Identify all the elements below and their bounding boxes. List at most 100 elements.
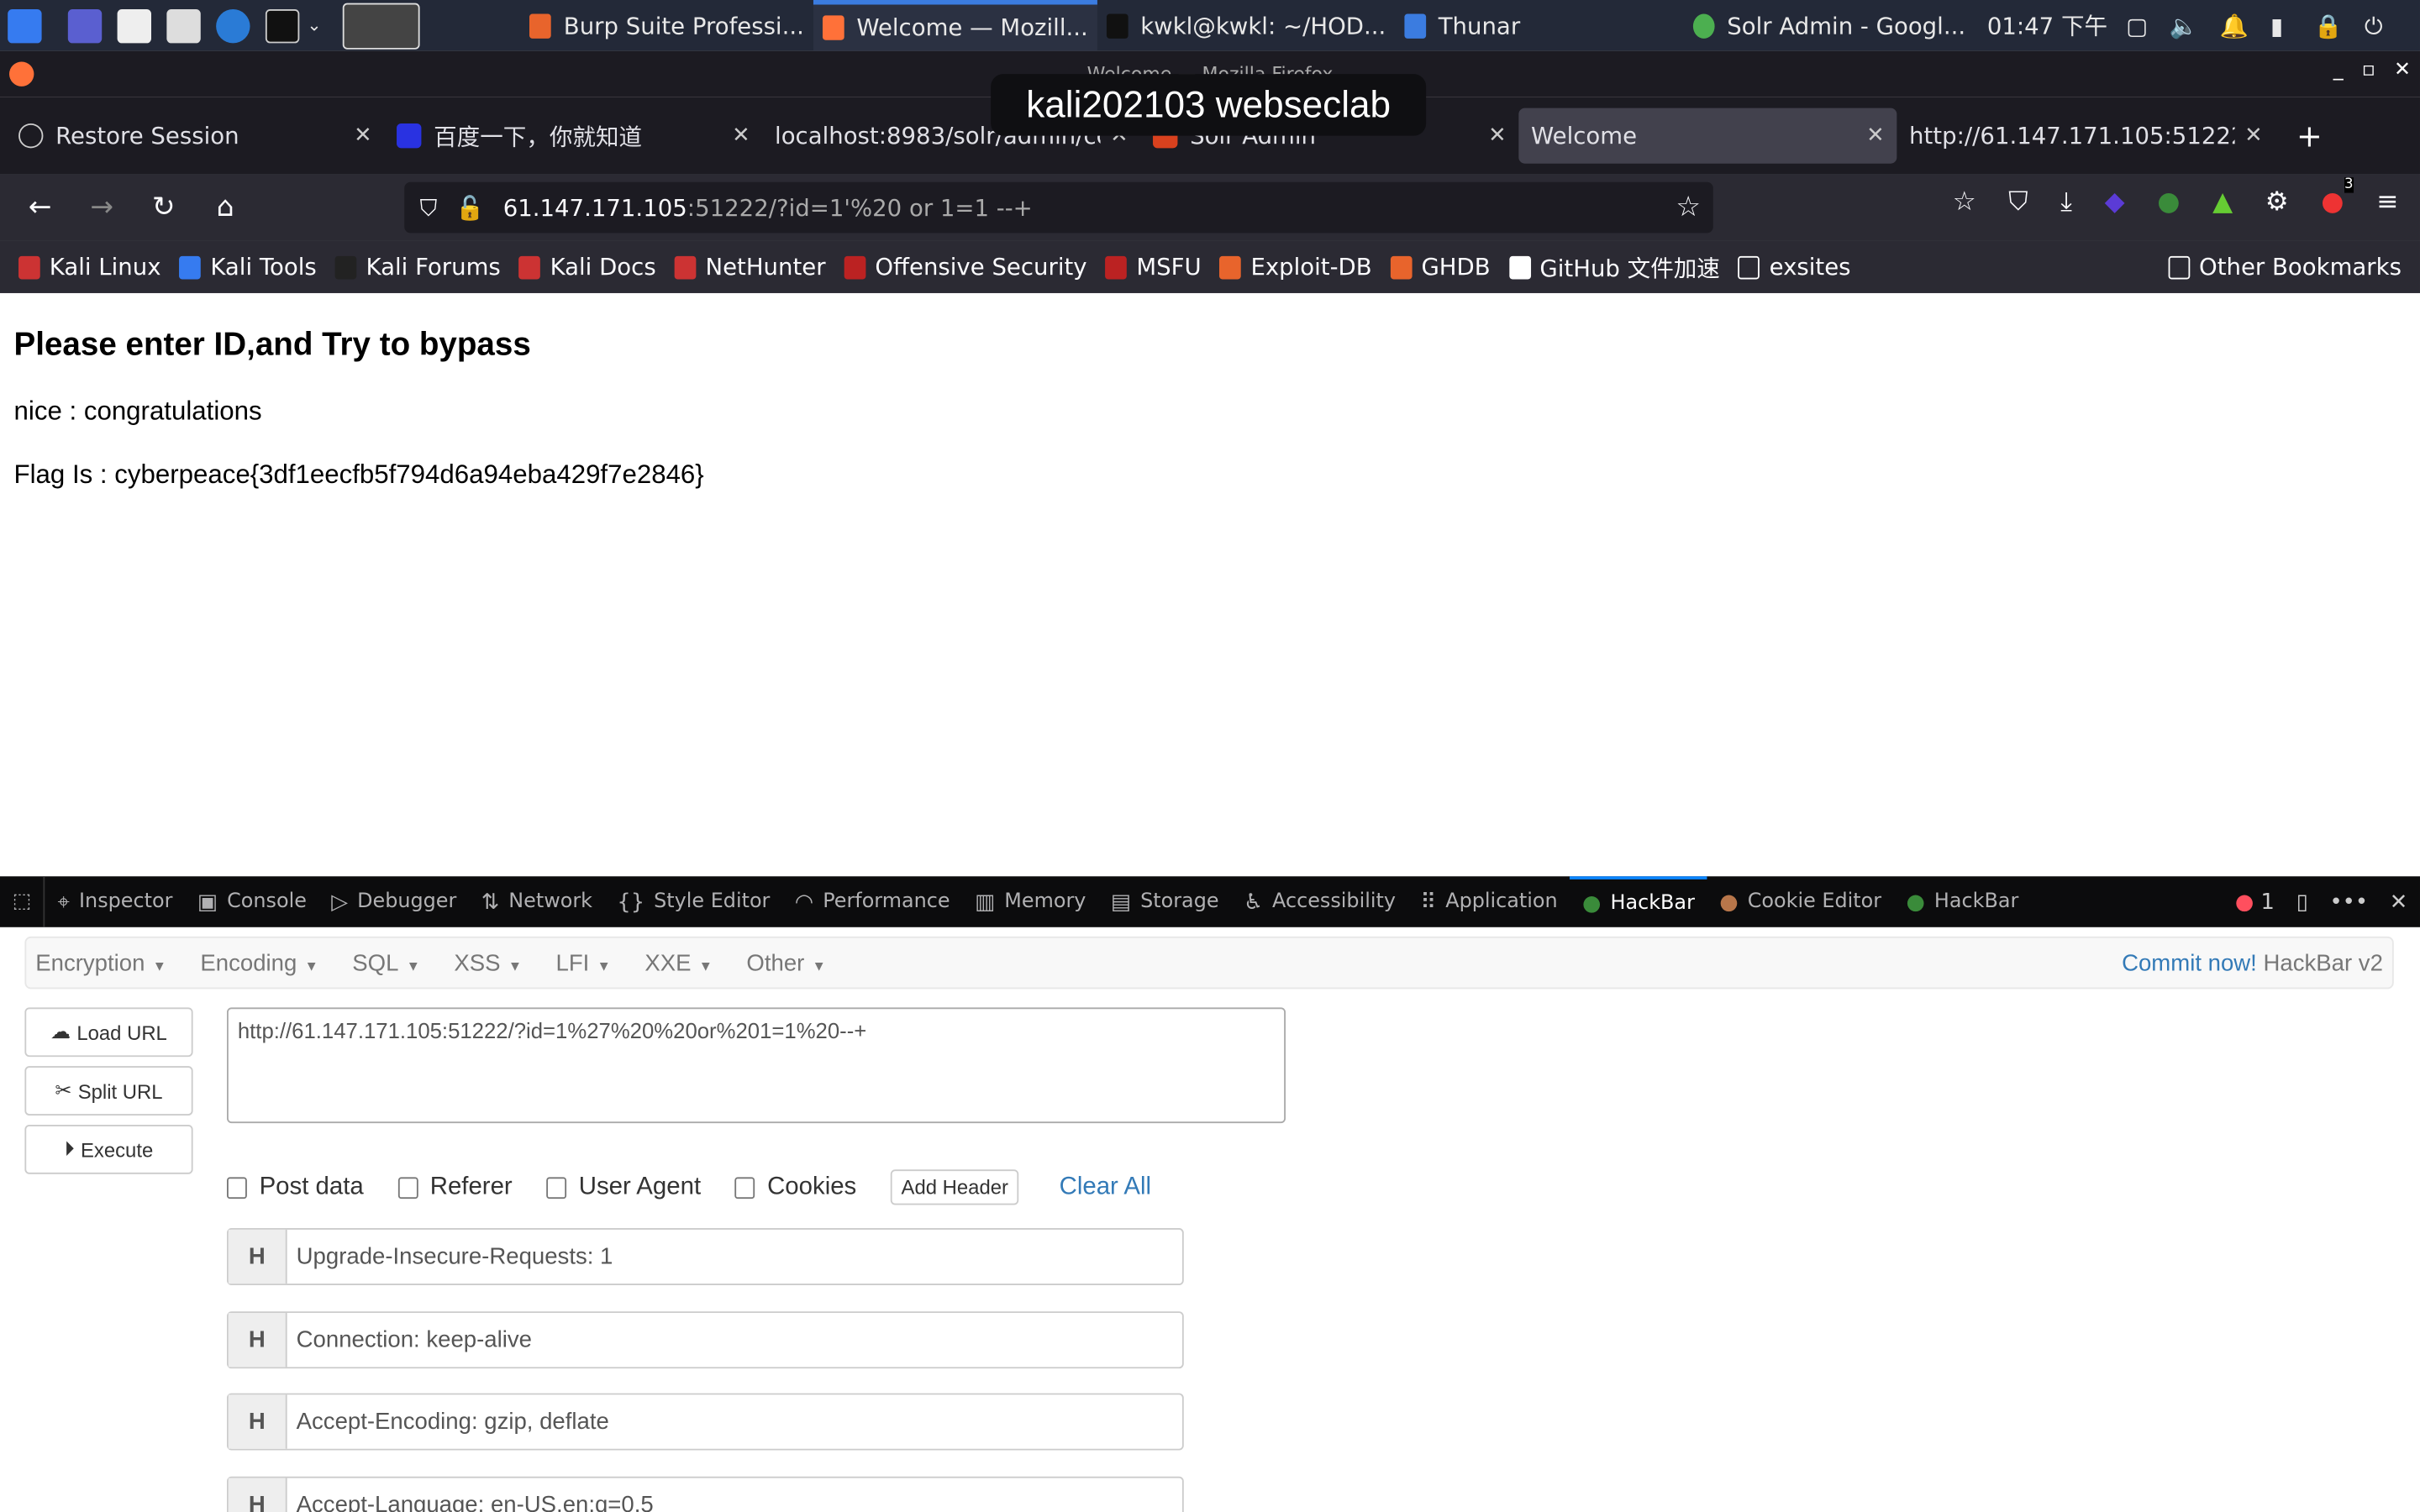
split-url-button[interactable]: ✂ Split URL: [24, 1066, 193, 1116]
url-textarea[interactable]: http://61.147.171.105:51222/?id=1%27%20%…: [226, 1007, 1286, 1124]
task-item[interactable]: kwkl@kwkl: ~/HOD...: [1097, 0, 1396, 51]
bookmark-item[interactable]: Kali Tools: [179, 253, 317, 281]
extension-hackbar-icon[interactable]: ●: [2157, 186, 2180, 218]
forward-icon[interactable]: →: [71, 192, 132, 224]
close-tab-icon[interactable]: ✕: [732, 123, 750, 148]
hackbar-menu-other[interactable]: Other ▼: [746, 950, 825, 976]
execute-button[interactable]: ⏵ Execute: [24, 1124, 193, 1174]
insecure-lock-icon[interactable]: 🔓: [455, 194, 484, 222]
devtools-tab[interactable]: ◠ Performance: [782, 876, 962, 927]
devtools-tab[interactable]: ● Cookie Editor: [1707, 876, 1894, 927]
header-input[interactable]: Connection: keep-alive: [287, 1312, 532, 1366]
extension-wappalyzer-icon[interactable]: ◆: [2105, 186, 2125, 218]
devtools-tab[interactable]: ⇅ Network: [469, 876, 605, 927]
power-icon[interactable]: ⏻: [2365, 12, 2383, 39]
option-referer[interactable]: Referer: [397, 1173, 513, 1201]
other-bookmarks[interactable]: Other Bookmarks: [2168, 253, 2402, 281]
downloads-icon[interactable]: ⤓: [2060, 186, 2072, 218]
pocket-save-icon[interactable]: ☆: [1953, 186, 1976, 218]
task-item[interactable]: Burp Suite Professi...: [520, 0, 813, 51]
pocket-icon[interactable]: ⛉: [2008, 186, 2028, 218]
file-manager-icon[interactable]: [117, 8, 151, 43]
devtools-tab[interactable]: ▥ Memory: [962, 876, 1098, 927]
task-item[interactable]: Welcome — Mozill...: [813, 0, 1097, 51]
checkbox[interactable]: [734, 1176, 755, 1199]
checkbox[interactable]: [226, 1176, 247, 1199]
browser-icon[interactable]: [216, 8, 250, 43]
bookmark-item[interactable]: exsites: [1738, 253, 1851, 281]
hackbar-menu-xxe[interactable]: XXE ▼: [644, 950, 713, 976]
task-chrome[interactable]: Solr Admin - Googl...: [1684, 0, 1975, 51]
header-input[interactable]: Accept-Language: en-US,en;q=0.5: [287, 1478, 654, 1512]
reload-icon[interactable]: ↻: [133, 192, 194, 224]
close-window-icon[interactable]: ✕: [2394, 59, 2411, 82]
extension-foxyproxy-icon[interactable]: ▲: [2212, 186, 2233, 218]
devtools-tab[interactable]: ♿ Accessibility: [1231, 876, 1407, 927]
task-item[interactable]: Thunar: [1395, 0, 1529, 51]
header-toggle[interactable]: H: [228, 1394, 287, 1449]
terminal-icon[interactable]: [265, 8, 300, 43]
bookmark-item[interactable]: GitHub 文件加速: [1508, 250, 1720, 283]
header-input[interactable]: Upgrade-Insecure-Requests: 1: [287, 1230, 613, 1284]
hackbar-menu-lfi[interactable]: LFI ▼: [556, 950, 611, 976]
header-toggle[interactable]: H: [228, 1312, 287, 1367]
element-picker-icon[interactable]: ⬚: [0, 876, 45, 927]
header-toggle[interactable]: H: [228, 1477, 287, 1512]
responsive-design-icon[interactable]: ▯: [2296, 890, 2308, 914]
clear-all-link[interactable]: Clear All: [1060, 1173, 1151, 1201]
bookmark-item[interactable]: Kali Docs: [518, 253, 656, 281]
hackbar-menu-encoding[interactable]: Encoding ▼: [200, 950, 318, 976]
load-url-button[interactable]: ☁ Load URL: [24, 1007, 193, 1058]
checkbox[interactable]: [546, 1176, 567, 1199]
shield-icon[interactable]: ⛉: [420, 194, 438, 222]
header-input[interactable]: Accept-Encoding: gzip, deflate: [287, 1394, 609, 1448]
devtools-tab[interactable]: {} Style Editor: [605, 876, 782, 927]
devtools-tab[interactable]: ▷ Debugger: [319, 876, 469, 927]
home-icon[interactable]: ⌂: [194, 192, 255, 224]
devtools-tab[interactable]: ⌖ Inspector: [45, 876, 185, 927]
hackbar-menu-xss[interactable]: XSS ▼: [454, 950, 522, 976]
notification-bell-icon[interactable]: 🔔: [2220, 12, 2249, 39]
close-tab-icon[interactable]: ✕: [354, 123, 372, 148]
hackbar-menu-sql[interactable]: SQL ▼: [352, 950, 420, 976]
browser-tab[interactable]: Restore Session ✕: [6, 108, 384, 164]
bookmark-item[interactable]: Exploit-DB: [1219, 253, 1372, 281]
devtools-tab[interactable]: ● HackBar: [1570, 876, 1707, 927]
error-count[interactable]: ● 1: [2235, 890, 2275, 914]
bookmark-item[interactable]: MSFU: [1105, 253, 1202, 281]
extension-badge-icon[interactable]: ● 3: [2321, 177, 2354, 218]
devtools-tab[interactable]: ▣ Console: [185, 876, 319, 927]
firefox-launcher-icon[interactable]: [343, 2, 420, 49]
bookmark-item[interactable]: Kali Linux: [18, 253, 161, 281]
option-user-agent[interactable]: User Agent: [546, 1173, 701, 1201]
volume-icon[interactable]: 🔈: [2170, 12, 2198, 39]
checkbox[interactable]: [397, 1176, 418, 1199]
close-devtools-icon[interactable]: ✕: [2390, 890, 2408, 914]
url-bar[interactable]: ⛉ 🔓 61.147.171.105:51222/?id=1'%20 or 1=…: [404, 181, 1713, 234]
minimize-icon[interactable]: _: [2333, 59, 2344, 82]
more-options-icon[interactable]: •••: [2330, 890, 2369, 914]
display-icon[interactable]: ▢: [2126, 12, 2148, 39]
devtools-tab[interactable]: ⠿ Application: [1408, 876, 1570, 927]
bookmark-star-icon[interactable]: ☆: [1676, 192, 1701, 224]
lock-icon[interactable]: 🔒: [2314, 12, 2343, 39]
header-toggle[interactable]: H: [228, 1229, 287, 1284]
close-tab-icon[interactable]: ✕: [1488, 123, 1507, 148]
text-editor-icon[interactable]: [166, 8, 201, 43]
back-icon[interactable]: ←: [9, 192, 71, 224]
extension-cookie-icon[interactable]: ⚙: [2265, 186, 2289, 218]
bookmark-item[interactable]: GHDB: [1390, 253, 1491, 281]
bookmark-item[interactable]: NetHunter: [674, 253, 826, 281]
kali-menu-icon[interactable]: [8, 8, 42, 43]
menu-icon[interactable]: ≡: [2376, 186, 2398, 218]
browser-tab[interactable]: Welcome ✕: [1518, 108, 1897, 164]
browser-tab[interactable]: http://61.147.171.105:51222/? ✕: [1897, 108, 2275, 164]
workspace-icon[interactable]: [67, 8, 103, 43]
bookmark-item[interactable]: Offensive Security: [844, 253, 1087, 281]
new-tab-icon[interactable]: +: [2296, 118, 2323, 155]
commit-link[interactable]: Commit now! HackBar v2: [2122, 950, 2383, 976]
bookmark-item[interactable]: Kali Forums: [334, 253, 501, 281]
option-cookies[interactable]: Cookies: [734, 1173, 856, 1201]
add-header-button[interactable]: Add Header: [890, 1169, 1019, 1205]
close-tab-icon[interactable]: ✕: [1866, 123, 1885, 148]
